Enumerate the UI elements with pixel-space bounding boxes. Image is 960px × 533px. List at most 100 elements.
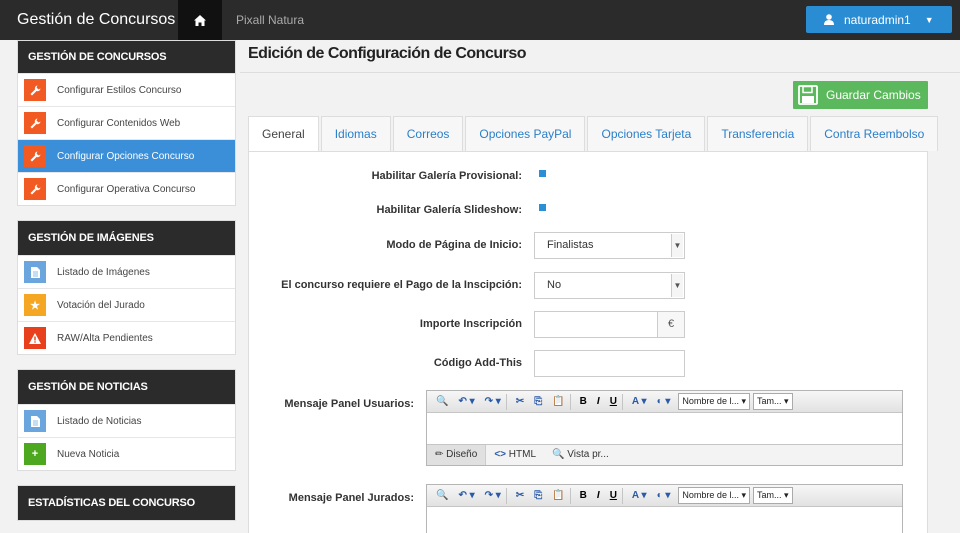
sidebar-item-opciones[interactable]: Configurar Opciones Concurso (18, 139, 235, 172)
addthis-input[interactable] (534, 350, 685, 377)
editor-mode-preview[interactable]: 🔍 Vista pr... (544, 445, 617, 465)
paste-icon[interactable]: 📋 (547, 396, 569, 407)
galeria-provisional-label: Habilitar Galería Provisional: (371, 170, 522, 182)
euro-addon: € (657, 311, 685, 338)
floppy-disk-icon (798, 85, 818, 105)
underline-icon[interactable]: U (605, 396, 622, 407)
user-icon (824, 14, 834, 25)
sidebar-item-votacion[interactable]: ★ Votación del Jurado (18, 288, 235, 321)
font-size-select[interactable]: Tam... ▾ (752, 393, 793, 410)
tab-opciones-tarjeta[interactable]: Opciones Tarjeta (587, 116, 706, 151)
font-name-select[interactable]: Nombre de l... ▾ (678, 393, 750, 410)
editor-mode-design[interactable]: ✏ Diseño (427, 445, 487, 465)
site-name-link[interactable]: Pixall Natura (236, 0, 304, 40)
modo-pagina-label: Modo de Página de Inicio: (386, 239, 522, 251)
font-color-icon[interactable]: A ▾ (627, 396, 652, 407)
sidebar-item-listado-noticias[interactable]: Listado de Noticias (18, 404, 235, 437)
save-button[interactable]: Guardar Cambios (793, 81, 928, 109)
sidebar-item-contenidos[interactable]: Configurar Contenidos Web (18, 106, 235, 139)
copy-icon[interactable]: ⎘ (529, 490, 547, 501)
sidebar-item-label: Configurar Contenidos Web (57, 117, 181, 129)
paste-icon[interactable]: 📋 (547, 490, 569, 501)
cut-icon[interactable]: ✂ (511, 490, 529, 501)
font-size-select[interactable]: Tam... ▾ (752, 487, 793, 504)
italic-icon[interactable]: I (592, 490, 605, 501)
redo-icon[interactable]: ↷ ▾ (480, 490, 506, 501)
modo-pagina-select[interactable]: Finalistas ▼ (534, 232, 685, 259)
find-icon[interactable]: 🔍 (431, 396, 453, 407)
editor-content-area[interactable] (427, 413, 902, 445)
galeria-slideshow-checkbox[interactable] (539, 204, 546, 211)
wrench-icon (24, 178, 46, 200)
sidebar-item-label: RAW/Alta Pendientes (57, 332, 153, 344)
font-name-select[interactable]: Nombre de l... ▾ (678, 487, 750, 504)
addthis-label: Código Add-This (433, 357, 522, 369)
panel-title: GESTIÓN DE NOTICIAS (18, 370, 235, 404)
tab-general[interactable]: General (248, 116, 319, 152)
pago-select[interactable]: No ▼ (534, 272, 685, 299)
pago-label: El concurso requiere el Pago de la Insci… (281, 279, 522, 291)
sidebar-item-estilos[interactable]: Configurar Estilos Concurso (18, 73, 235, 106)
highlight-color-icon[interactable]: ◐ ▾ (652, 490, 676, 501)
chevron-down-icon: ▼ (924, 14, 934, 25)
underline-icon[interactable]: U (605, 490, 622, 501)
sidebar-item-operativa[interactable]: Configurar Operativa Concurso (18, 172, 235, 205)
galeria-provisional-checkbox[interactable] (539, 170, 546, 177)
redo-icon[interactable]: ↷ ▾ (480, 396, 506, 407)
title-divider (240, 72, 960, 73)
sidebar-item-label: Configurar Estilos Concurso (57, 84, 182, 96)
sidebar-item-label: Listado de Noticias (57, 415, 142, 427)
panel-estadisticas: ESTADÍSTICAS DEL CONCURSO (17, 485, 236, 521)
wrench-icon (24, 112, 46, 134)
username: naturadmin1 (844, 12, 911, 27)
editor-content-area[interactable] (427, 507, 902, 533)
panel-title[interactable]: ESTADÍSTICAS DEL CONCURSO (18, 486, 235, 520)
plus-icon: + (24, 443, 46, 465)
font-color-icon[interactable]: A ▾ (627, 490, 652, 501)
cut-icon[interactable]: ✂ (511, 396, 529, 407)
document-icon (24, 410, 46, 432)
editor-mode-tabs: ✏ Diseño <> HTML 🔍 Vista pr... (427, 445, 902, 465)
editor-mode-html[interactable]: <> HTML (486, 445, 544, 465)
highlight-color-icon[interactable]: ◐ ▾ (652, 396, 676, 407)
tab-correos[interactable]: Correos (392, 116, 464, 151)
sidebar-item-raw[interactable]: RAW/Alta Pendientes (18, 321, 235, 354)
pencil-icon: ✏ (435, 449, 444, 460)
tab-transferencia[interactable]: Transferencia (707, 116, 809, 151)
home-button[interactable] (178, 0, 222, 40)
find-icon[interactable]: 🔍 (431, 490, 453, 501)
importe-input[interactable] (534, 311, 658, 338)
star-icon: ★ (24, 294, 46, 316)
panel-usuarios-label: Mensaje Panel Usuarios: (284, 398, 414, 410)
undo-icon[interactable]: ↶ ▾ (453, 490, 479, 501)
tab-opciones-paypal[interactable]: Opciones PayPal (465, 116, 586, 151)
sidebar-item-label: Configurar Opciones Concurso (57, 150, 195, 162)
wrench-icon (24, 79, 46, 101)
app-brand[interactable]: Gestión de Concursos (0, 0, 178, 40)
chevron-down-icon: ▼ (671, 234, 683, 257)
editor-toolbar: 🔍 ↶ ▾ ↷ ▾ ✂ ⎘ 📋 B I U A ▾ ◐ ▾ Nombre de … (427, 391, 902, 413)
bold-icon[interactable]: B (575, 396, 592, 407)
panel-gestion-concursos: GESTIÓN DE CONCURSOS Configurar Estilos … (17, 40, 236, 206)
undo-icon[interactable]: ↶ ▾ (453, 396, 479, 407)
tab-idiomas[interactable]: Idiomas (320, 116, 391, 151)
panel-title: GESTIÓN DE CONCURSOS (18, 41, 235, 73)
sidebar-item-nueva-noticia[interactable]: + Nueva Noticia (18, 437, 235, 470)
panel-gestion-imagenes: GESTIÓN DE IMÁGENES Listado de Imágenes … (17, 220, 236, 355)
bold-icon[interactable]: B (575, 490, 592, 501)
magnifier-icon: 🔍 (552, 449, 565, 460)
tab-contra-reembolso[interactable]: Contra Reembolso (810, 116, 939, 151)
wrench-icon (24, 145, 46, 167)
panel-title: GESTIÓN DE IMÁGENES (18, 221, 235, 255)
user-menu-button[interactable]: naturadmin1 ▼ (806, 6, 952, 33)
copy-icon[interactable]: ⎘ (529, 396, 547, 407)
rich-text-editor-jurados: 🔍 ↶ ▾ ↷ ▾ ✂ ⎘ 📋 B I U A ▾ ◐ ▾ Nombre de … (426, 484, 903, 533)
warning-icon (24, 327, 46, 349)
rich-text-editor-usuarios: 🔍 ↶ ▾ ↷ ▾ ✂ ⎘ 📋 B I U A ▾ ◐ ▾ Nombre de … (426, 390, 903, 466)
code-icon: <> (494, 449, 506, 460)
italic-icon[interactable]: I (592, 396, 605, 407)
chevron-down-icon: ▼ (671, 274, 683, 297)
importe-label: Importe Inscripción (419, 318, 522, 330)
editor-toolbar: 🔍 ↶ ▾ ↷ ▾ ✂ ⎘ 📋 B I U A ▾ ◐ ▾ Nombre de … (427, 485, 902, 507)
sidebar-item-listado-imagenes[interactable]: Listado de Imágenes (18, 255, 235, 288)
